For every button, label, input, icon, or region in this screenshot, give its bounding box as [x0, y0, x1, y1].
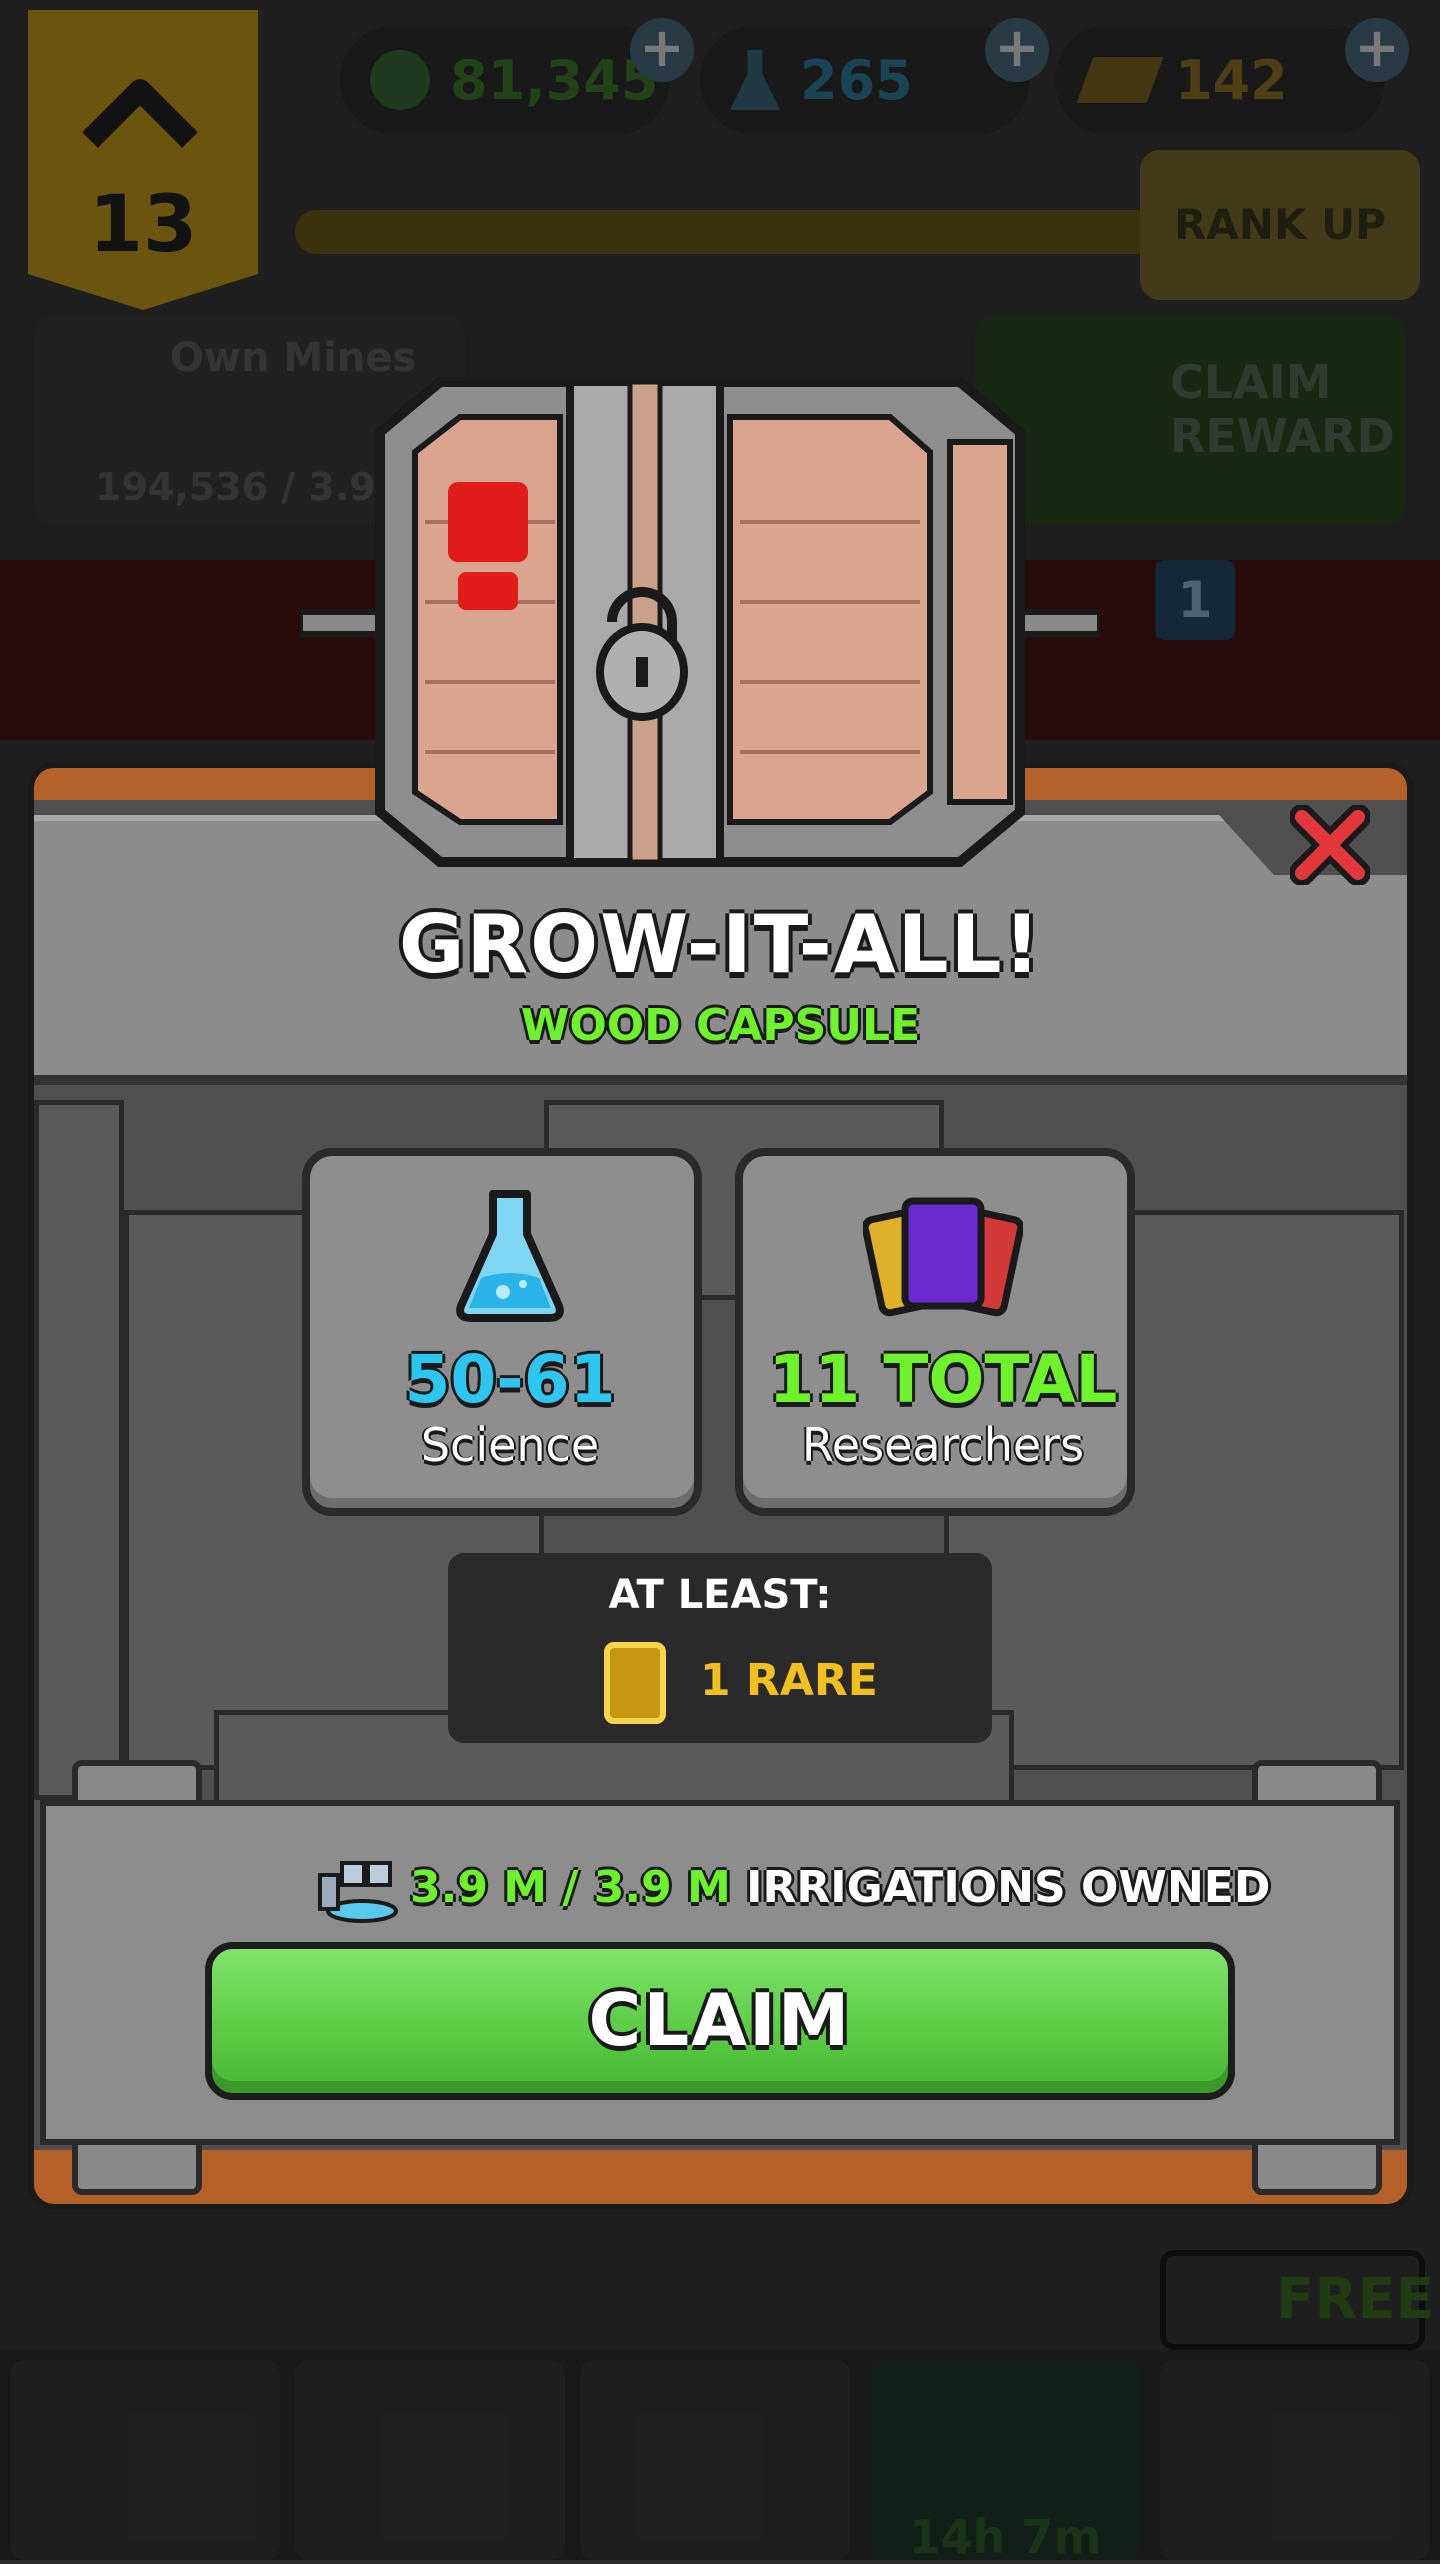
- science-value-range: 50-61: [404, 1341, 616, 1418]
- researcher-cards-icon: [863, 1197, 1023, 1317]
- progress-suffix: IRRIGATIONS OWNED: [746, 1862, 1271, 1913]
- science-label: Science: [420, 1418, 600, 1472]
- researchers-label: Researchers: [801, 1418, 1085, 1472]
- requirement-progress: 3.9 M / 3.9 M IRRIGATIONS OWNED: [410, 1862, 1270, 1913]
- irrigation-icon: [318, 1861, 398, 1923]
- researchers-total: 11 TOTAL: [768, 1341, 1118, 1418]
- wood-capsule-icon: [300, 377, 1100, 867]
- at-least-label: AT LEAST:: [608, 1572, 832, 1618]
- researchers-reward-box: 11 TOTAL Researchers: [735, 1148, 1135, 1516]
- flask-icon: [456, 1190, 564, 1322]
- claim-button-label[interactable]: CLAIM: [205, 1978, 1235, 2062]
- capsule-subtitle: WOOD CAPSULE: [520, 1000, 921, 1051]
- rare-card-icon: [604, 1642, 666, 1724]
- science-reward-box: 50-61 Science: [302, 1148, 702, 1516]
- capsule-title: GROW-IT-ALL!: [398, 898, 1043, 991]
- metal-plate: [34, 1100, 124, 1800]
- rare-count-label: 1 RARE: [700, 1655, 878, 1706]
- progress-count: 3.9 M / 3.9 M: [410, 1862, 731, 1913]
- close-icon[interactable]: [1290, 805, 1370, 885]
